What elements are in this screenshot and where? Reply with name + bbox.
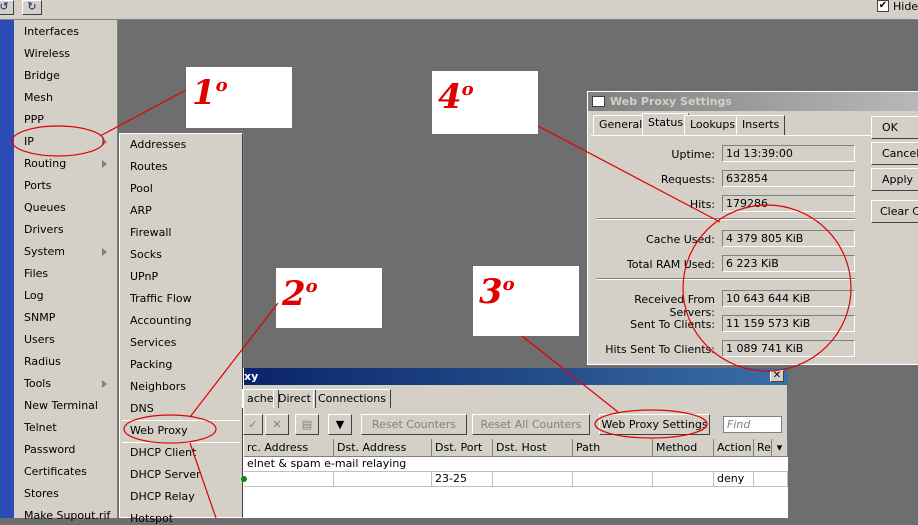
- annotation-line-2b: [189, 442, 217, 518]
- annotation-line-4: [537, 125, 721, 223]
- annotation-line-1: [99, 89, 187, 137]
- annotation-overlay: [11, 89, 852, 518]
- annotation-line-2: [189, 302, 279, 418]
- annotation-line-3: [521, 335, 619, 413]
- annotation-ellipse-ip: [11, 125, 105, 157]
- annotation-ellipse-stats: [682, 204, 852, 372]
- annotation-ellipse-web-proxy: [123, 414, 217, 444]
- annotation-ellipse-settings-button: [594, 409, 708, 439]
